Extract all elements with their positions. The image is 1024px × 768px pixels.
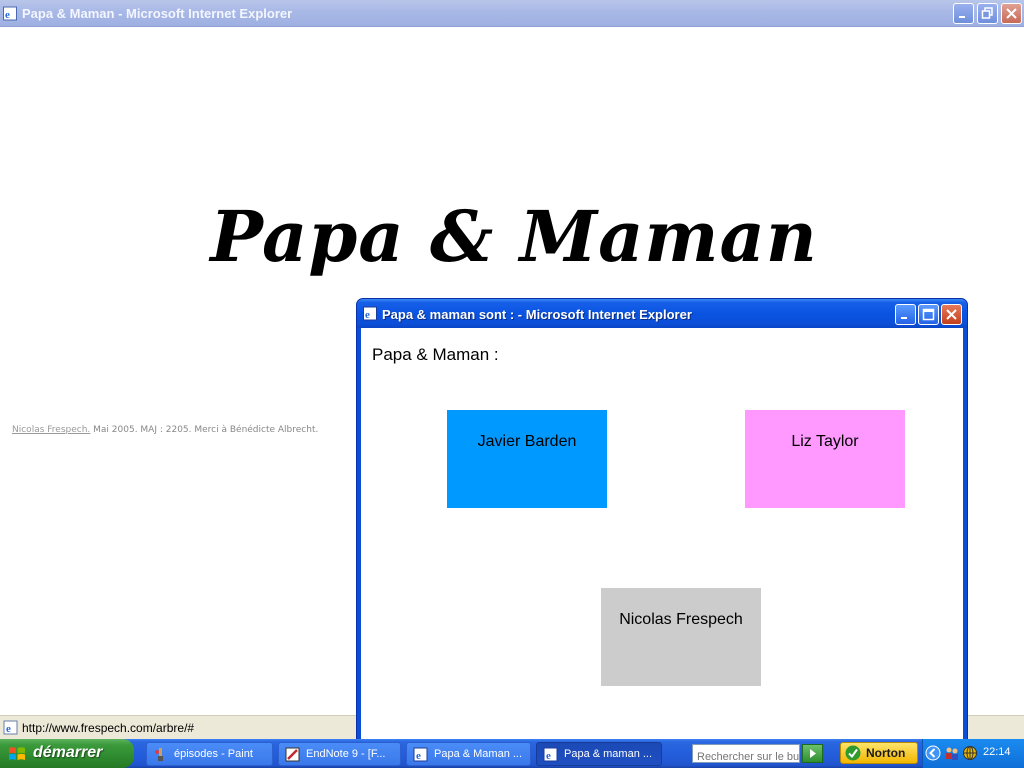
desktop-search-input[interactable] [693, 748, 799, 766]
desktop-search-box[interactable] [692, 744, 800, 766]
paint-icon [155, 748, 163, 761]
ie-icon: e [3, 6, 17, 21]
close-icon [946, 309, 957, 320]
ie-icon: e [413, 747, 428, 762]
clock: 22:14 [983, 746, 1011, 758]
tray-expand-icon[interactable] [925, 745, 941, 761]
page-title: Papa & Maman [210, 195, 818, 278]
globe-icon[interactable] [962, 745, 978, 761]
popup-close-button[interactable] [941, 304, 962, 325]
endnote-icon [285, 747, 300, 762]
person-box-liz-taylor[interactable]: Liz Taylor [745, 410, 905, 508]
main-window-title: Papa & Maman - Microsoft Internet Explor… [22, 6, 293, 21]
main-window-titlebar[interactable]: e Papa & Maman - Microsoft Internet Expl… [0, 0, 1024, 27]
maximize-icon [922, 308, 935, 321]
minimize-icon [959, 16, 965, 18]
status-url: http://www.frespech.com/arbre/# [22, 721, 195, 735]
popup-minimize-button[interactable] [895, 304, 916, 325]
windows-logo-icon [9, 747, 25, 760]
credit-line: Nicolas Frespech. Mai 2005. MAJ : 2205. … [12, 425, 318, 435]
search-go-button[interactable] [802, 744, 823, 763]
task-endnote[interactable]: EndNote 9 - [F... [278, 742, 401, 766]
start-button[interactable]: démarrer [0, 739, 134, 768]
task-paint[interactable]: épisodes - Paint [146, 742, 273, 766]
svg-text:e: e [416, 750, 421, 762]
norton-label: Norton [866, 746, 906, 760]
ie-page-icon: e [3, 720, 18, 735]
task-label: EndNote 9 - [F... [306, 748, 386, 760]
task-label: Papa & maman ... [564, 748, 653, 760]
popup-heading: Papa & Maman : [372, 345, 499, 364]
popup-title: Papa & maman sont : - Microsoft Internet… [382, 307, 692, 322]
network-users-icon[interactable] [944, 745, 960, 761]
person-box-nicolas-frespech[interactable]: Nicolas Frespech [601, 588, 761, 686]
popup-maximize-button[interactable] [918, 304, 939, 325]
arrow-right-icon [810, 749, 816, 758]
svg-text:e: e [6, 723, 11, 735]
norton-button[interactable]: Norton [840, 742, 918, 764]
minimize-icon [901, 317, 907, 319]
start-label: démarrer [33, 744, 103, 761]
svg-text:e: e [365, 309, 370, 321]
svg-text:e: e [5, 9, 10, 21]
close-icon [1006, 8, 1017, 19]
task-ie-popup[interactable]: e Papa & maman ... [536, 742, 662, 766]
minimize-button[interactable] [953, 3, 974, 24]
task-label: Papa & Maman ... [434, 748, 523, 760]
restore-button[interactable] [977, 3, 998, 24]
close-button[interactable] [1001, 3, 1022, 24]
person-box-javier-barden[interactable]: Javier Barden [447, 410, 607, 508]
popup-window: e Papa & maman sont : - Microsoft Intern… [356, 298, 968, 741]
author-link[interactable]: Nicolas Frespech. [12, 425, 90, 435]
taskbar: démarrer épisodes - Paint EndNote 9 - [F… [0, 739, 1024, 768]
popup-content: Papa & Maman : Javier Barden Liz Taylor … [361, 328, 963, 741]
task-ie-papa-maman[interactable]: e Papa & Maman ... [406, 742, 531, 766]
ie-icon: e [543, 747, 558, 762]
ie-icon: e [363, 306, 377, 321]
popup-titlebar[interactable]: e Papa & maman sont : - Microsoft Intern… [357, 299, 967, 328]
restore-icon [981, 7, 993, 19]
credit-text: Mai 2005. MAJ : 2205. Merci à Bénédicte … [90, 425, 319, 435]
system-tray: 22:14 [922, 739, 1024, 768]
checkmark-icon [845, 745, 861, 761]
task-label: épisodes - Paint [174, 748, 253, 760]
svg-text:e: e [546, 750, 551, 762]
